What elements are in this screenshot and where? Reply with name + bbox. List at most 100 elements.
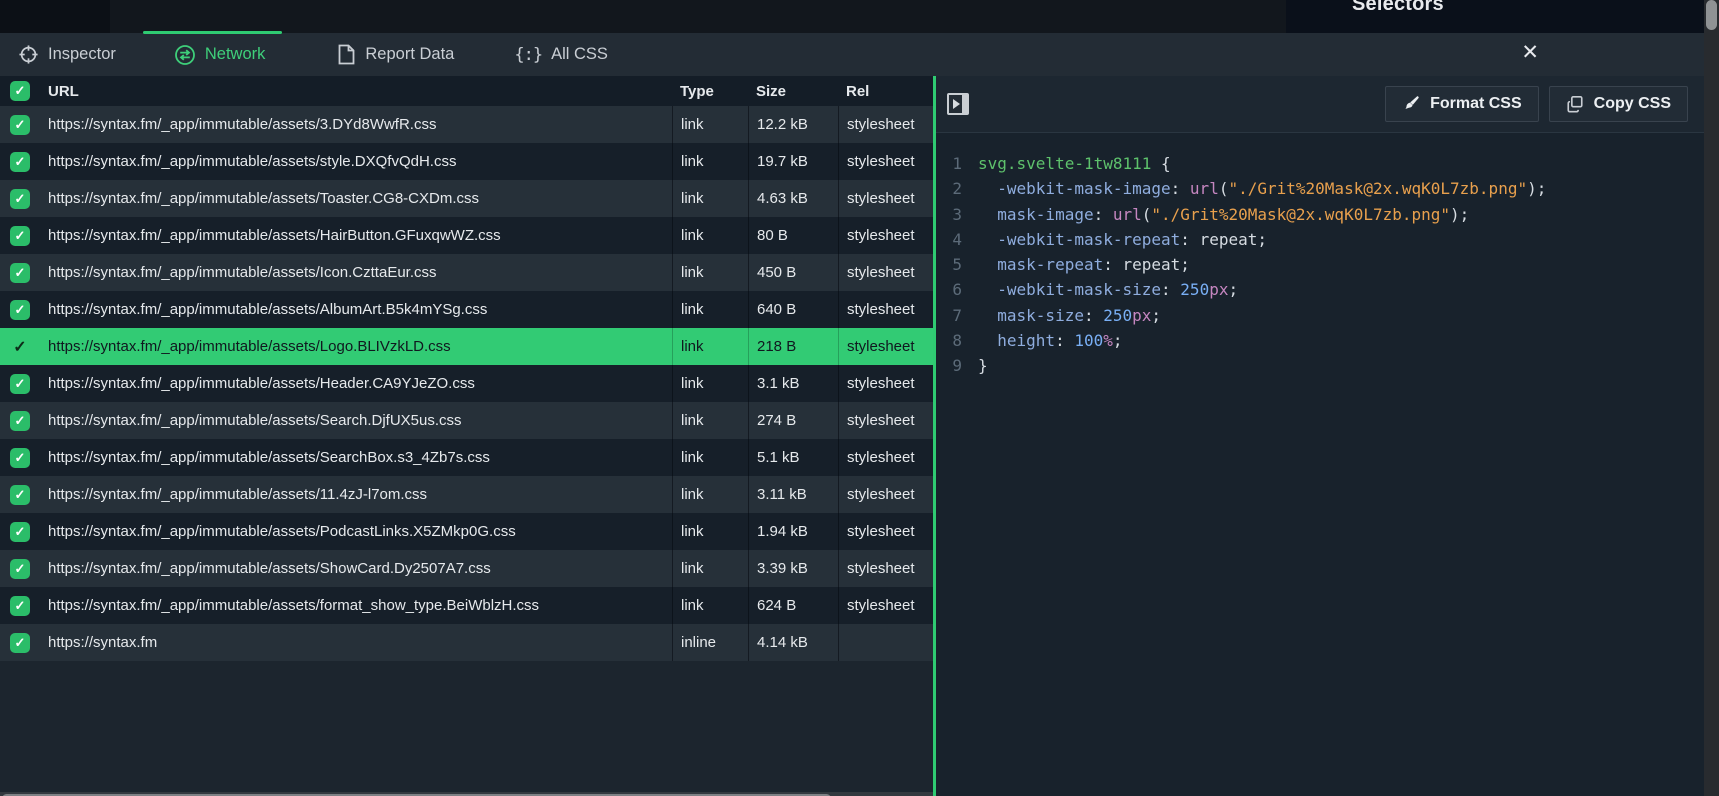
code-lines: 1 svg.svelte-1tw8111 { 2 -webkit-mask-im… bbox=[936, 134, 1704, 796]
check-icon: ✓ bbox=[15, 228, 26, 244]
page-scrollbar-thumb[interactable] bbox=[1706, 0, 1717, 30]
row-checkbox[interactable]: ✓ bbox=[0, 189, 40, 209]
row-url: https://syntax.fm/_app/immutable/assets/… bbox=[40, 412, 672, 429]
line-code: -webkit-mask-repeat: repeat; bbox=[962, 227, 1267, 252]
format-css-label: Format CSS bbox=[1430, 95, 1522, 113]
tab-inspector[interactable]: Inspector bbox=[18, 44, 116, 65]
code-line: 4 -webkit-mask-repeat: repeat; bbox=[936, 227, 1704, 252]
line-number: 4 bbox=[936, 227, 962, 252]
row-checkbox[interactable]: ✓ bbox=[0, 226, 40, 246]
row-checkbox[interactable]: ✓ bbox=[0, 633, 40, 653]
line-code: -webkit-mask-image: url("./Grit%20Mask@2… bbox=[962, 176, 1546, 201]
table-row[interactable]: ✓ https://syntax.fm/_app/immutable/asset… bbox=[0, 254, 933, 291]
requests-table-body: ✓ https://syntax.fm/_app/immutable/asset… bbox=[0, 106, 933, 661]
line-number: 2 bbox=[936, 176, 962, 201]
row-rel: stylesheet bbox=[838, 291, 933, 328]
row-url: https://syntax.fm/_app/immutable/assets/… bbox=[40, 486, 672, 503]
code-line: 2 -webkit-mask-image: url("./Grit%20Mask… bbox=[936, 176, 1704, 201]
select-all-checkbox[interactable]: ✓ bbox=[0, 81, 40, 101]
line-code: mask-image: url("./Grit%20Mask@2x.wqK0L7… bbox=[962, 202, 1469, 227]
crosshair-icon bbox=[18, 44, 39, 65]
row-checkbox[interactable]: ✓ bbox=[0, 411, 40, 431]
tab-network[interactable]: Network bbox=[174, 44, 266, 66]
check-icon: ✓ bbox=[15, 561, 26, 577]
line-code: -webkit-mask-size: 250px; bbox=[962, 277, 1238, 302]
table-row[interactable]: ✓ https://syntax.fm/_app/immutable/asset… bbox=[0, 402, 933, 439]
code-line: 8 height: 100%; bbox=[936, 328, 1704, 353]
row-checkbox[interactable]: ✓ bbox=[0, 263, 40, 283]
row-rel: stylesheet bbox=[838, 328, 933, 365]
row-size: 3.39 kB bbox=[748, 550, 838, 587]
copy-css-label: Copy CSS bbox=[1594, 95, 1671, 113]
table-row[interactable]: ✓ https://syntax.fm/_app/immutable/asset… bbox=[0, 550, 933, 587]
row-checkbox[interactable]: ✓ bbox=[0, 596, 40, 616]
row-type: link bbox=[672, 217, 748, 254]
row-checkbox[interactable]: ✓ bbox=[0, 115, 40, 135]
row-type: link bbox=[672, 402, 748, 439]
paintbrush-icon bbox=[1402, 95, 1420, 113]
expand-panel-icon[interactable] bbox=[947, 93, 969, 115]
row-checkbox[interactable]: ✓ bbox=[0, 522, 40, 542]
table-row[interactable]: ✓ https://syntax.fm/_app/immutable/asset… bbox=[0, 143, 933, 180]
line-number: 1 bbox=[936, 151, 962, 176]
page-background-block bbox=[0, 0, 110, 33]
tab-label: Report Data bbox=[365, 45, 454, 64]
row-size: 450 B bbox=[748, 254, 838, 291]
row-checkbox[interactable]: ✓ bbox=[0, 448, 40, 468]
check-icon: ✓ bbox=[15, 487, 26, 503]
row-size: 4.63 kB bbox=[748, 180, 838, 217]
row-type: link bbox=[672, 254, 748, 291]
tab-all-css[interactable]: {:} All CSS bbox=[514, 45, 608, 65]
row-checkbox[interactable]: ✓ bbox=[0, 152, 40, 172]
code-toolbar: Format CSS Copy CSS bbox=[936, 76, 1704, 133]
row-type: link bbox=[672, 328, 748, 365]
table-row[interactable]: ✓ https://syntax.fm/_app/immutable/asset… bbox=[0, 513, 933, 550]
table-row[interactable]: ✓ https://syntax.fm/_app/immutable/asset… bbox=[0, 365, 933, 402]
row-checkbox[interactable]: ✓ bbox=[0, 300, 40, 320]
page-scrollbar-track[interactable] bbox=[1704, 0, 1719, 796]
table-row[interactable]: ✓ https://syntax.fm/_app/immutable/asset… bbox=[0, 439, 933, 476]
check-icon: ✓ bbox=[13, 337, 26, 357]
active-tab-indicator bbox=[143, 31, 282, 34]
row-type: link bbox=[672, 106, 748, 143]
row-size: 3.11 kB bbox=[748, 476, 838, 513]
table-row[interactable]: ✓ https://syntax.fm/_app/immutable/asset… bbox=[0, 476, 933, 513]
table-row[interactable]: ✓ https://syntax.fm/_app/immutable/asset… bbox=[0, 217, 933, 254]
check-icon: ✓ bbox=[15, 154, 26, 170]
code-line: 9 } bbox=[936, 353, 1704, 378]
row-checkbox[interactable]: ✓ bbox=[0, 374, 40, 394]
row-checkbox[interactable]: ✓ bbox=[0, 337, 40, 357]
row-checkbox[interactable]: ✓ bbox=[0, 559, 40, 579]
tab-label: Inspector bbox=[48, 45, 116, 64]
row-rel: stylesheet bbox=[838, 439, 933, 476]
page-background-strip: Selectors bbox=[0, 0, 1704, 33]
row-rel bbox=[838, 624, 933, 661]
row-url: https://syntax.fm/_app/immutable/assets/… bbox=[40, 301, 672, 318]
format-css-button[interactable]: Format CSS bbox=[1385, 86, 1539, 122]
row-checkbox[interactable]: ✓ bbox=[0, 485, 40, 505]
table-row[interactable]: ✓ https://syntax.fm/_app/immutable/asset… bbox=[0, 106, 933, 143]
row-type: link bbox=[672, 476, 748, 513]
copy-css-button[interactable]: Copy CSS bbox=[1549, 86, 1688, 122]
table-row[interactable]: ✓ https://syntax.fm/_app/immutable/asset… bbox=[0, 587, 933, 624]
row-url: https://syntax.fm/_app/immutable/assets/… bbox=[40, 375, 672, 392]
line-code: mask-size: 250px; bbox=[962, 303, 1161, 328]
table-row[interactable]: ✓ https://syntax.fm inline 4.14 kB bbox=[0, 624, 933, 661]
header-type: Type bbox=[672, 76, 748, 106]
check-icon: ✓ bbox=[15, 635, 26, 651]
tab-report-data[interactable]: Report Data bbox=[337, 44, 454, 65]
line-number: 8 bbox=[936, 328, 962, 353]
devtools-panel: Inspector Network Report Data {:} All CS… bbox=[0, 33, 1704, 796]
line-code: height: 100%; bbox=[962, 328, 1123, 353]
row-size: 274 B bbox=[748, 402, 838, 439]
row-type: link bbox=[672, 550, 748, 587]
close-icon[interactable]: ✕ bbox=[1521, 42, 1539, 63]
requests-table: ✓ URL Type Size Rel ✓ https://syntax.fm/… bbox=[0, 76, 933, 796]
row-rel: stylesheet bbox=[838, 217, 933, 254]
table-row[interactable]: ✓ https://syntax.fm/_app/immutable/asset… bbox=[0, 180, 933, 217]
check-icon: ✓ bbox=[15, 191, 26, 207]
table-row[interactable]: ✓ https://syntax.fm/_app/immutable/asset… bbox=[0, 328, 933, 365]
row-url: https://syntax.fm/_app/immutable/assets/… bbox=[40, 449, 672, 466]
table-row[interactable]: ✓ https://syntax.fm/_app/immutable/asset… bbox=[0, 291, 933, 328]
check-icon: ✓ bbox=[15, 265, 26, 281]
